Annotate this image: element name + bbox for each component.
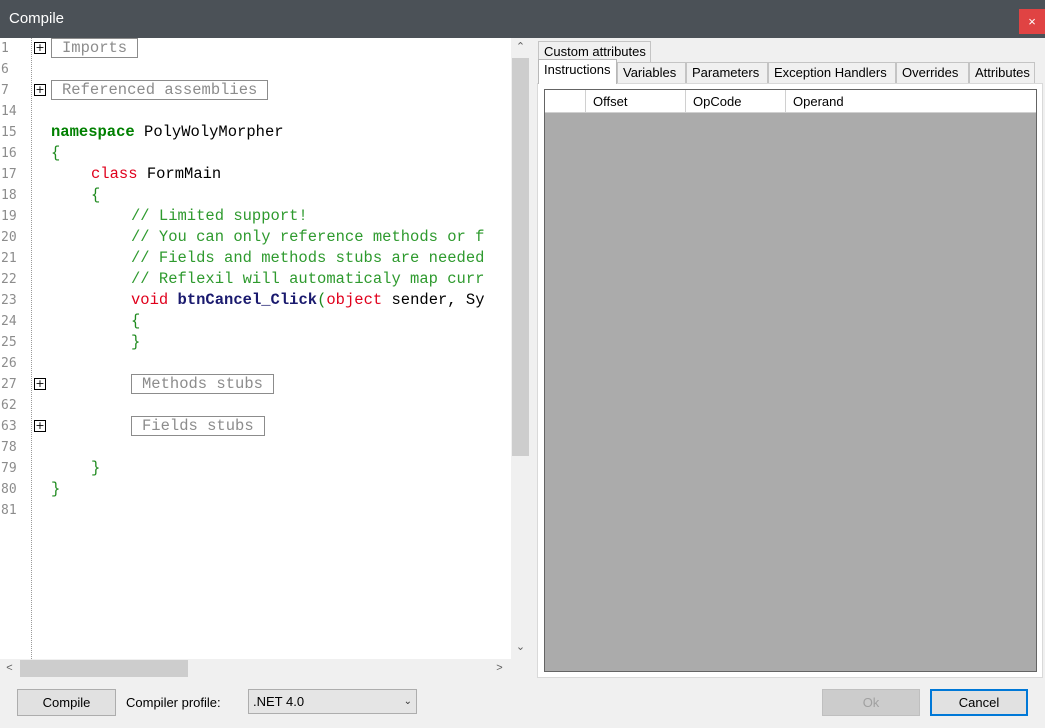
line-number: 78 <box>1 440 17 455</box>
code-line: 79} <box>0 458 511 479</box>
line-number: 14 <box>1 104 17 119</box>
code-line: 1 + Imports <box>0 38 511 59</box>
code-line: 25} <box>0 332 511 353</box>
line-number: 20 <box>1 230 17 245</box>
line-number: 24 <box>1 314 17 329</box>
instructions-grid[interactable]: Offset OpCode Operand <box>544 89 1037 672</box>
code-line: 26 <box>0 353 511 374</box>
line-number: 79 <box>1 461 17 476</box>
line-number: 18 <box>1 188 17 203</box>
line-number: 22 <box>1 272 17 287</box>
code-line: 7 + Referenced assemblies <box>0 80 511 101</box>
code-line: 21 // Fields and methods stubs are needed <box>0 248 511 269</box>
expand-region-icon[interactable]: + <box>34 420 46 432</box>
line-number: 62 <box>1 398 17 413</box>
code-line: 6 <box>0 59 511 80</box>
code-line: 18 { <box>0 185 511 206</box>
code-text: } <box>131 333 141 351</box>
grid-header-opcode[interactable]: OpCode <box>686 90 786 113</box>
close-button[interactable]: × <box>1019 9 1045 34</box>
line-number: 17 <box>1 167 17 182</box>
line-number: 16 <box>1 146 17 161</box>
collapsed-region[interactable]: Methods stubs <box>131 374 274 394</box>
cancel-button[interactable]: Cancel <box>930 689 1028 716</box>
code-line: 80} <box>0 479 511 500</box>
line-number: 21 <box>1 251 17 266</box>
code-text: { <box>51 144 61 162</box>
code-text: } <box>51 480 61 498</box>
line-number: 19 <box>1 209 17 224</box>
vertical-scroll-thumb[interactable] <box>512 58 529 456</box>
horizontal-scroll-thumb[interactable] <box>20 660 188 677</box>
grid-header-offset[interactable]: Offset <box>586 90 686 113</box>
code-line: 27 + Methods stubs <box>0 374 511 395</box>
chevron-down-icon: ⌄ <box>403 696 412 707</box>
compiler-profile-label: Compiler profile: <box>126 695 221 710</box>
code-text: { <box>131 312 141 330</box>
scroll-left-icon[interactable]: < <box>0 659 19 678</box>
code-text: // Fields and methods stubs are needed <box>131 249 485 267</box>
compiler-profile-value: .NET 4.0 <box>253 694 305 709</box>
line-number: 15 <box>1 125 17 140</box>
line-number: 23 <box>1 293 17 308</box>
code-line: 62 <box>0 395 511 416</box>
compile-button[interactable]: Compile <box>17 689 116 716</box>
expand-region-icon[interactable]: + <box>34 84 46 96</box>
scroll-down-icon[interactable]: ⌄ <box>511 638 530 657</box>
expand-region-icon[interactable]: + <box>34 378 46 390</box>
code-line: 14 <box>0 101 511 122</box>
code-text: { <box>91 186 101 204</box>
code-line: 19 // Limited support! <box>0 206 511 227</box>
code-text: // You can only reference methods or f <box>131 228 485 246</box>
expand-region-icon[interactable]: + <box>34 42 46 54</box>
code-text: // Limited support! <box>131 207 308 225</box>
collapsed-region[interactable]: Imports <box>51 38 139 58</box>
tab-attributes[interactable]: Attributes <box>969 62 1035 83</box>
grid-header-row-selector[interactable] <box>545 90 586 113</box>
ok-button[interactable]: Ok <box>822 689 920 716</box>
code-line: 20 // You can only reference methods or f <box>0 227 511 248</box>
line-number: 7 <box>1 83 9 98</box>
collapsed-region[interactable]: Referenced assemblies <box>51 80 269 100</box>
line-number: 25 <box>1 335 17 350</box>
grid-header: Offset OpCode Operand <box>545 90 1036 113</box>
editor-horizontal-scrollbar[interactable]: < > <box>0 659 511 678</box>
code-line: 16 { <box>0 143 511 164</box>
tab-exception-handlers[interactable]: Exception Handlers <box>768 62 896 83</box>
line-number: 6 <box>1 62 9 77</box>
tab-variables[interactable]: Variables <box>617 62 686 83</box>
line-number: 27 <box>1 377 17 392</box>
code-text: // Reflexil will automaticaly map curr <box>131 270 485 288</box>
collapsed-region[interactable]: Fields stubs <box>131 416 265 436</box>
compiler-profile-select[interactable]: .NET 4.0 ⌄ <box>248 689 417 714</box>
line-number: 63 <box>1 419 17 434</box>
scroll-right-icon[interactable]: > <box>490 659 509 678</box>
code-text: void btnCancel_Click(object sender, Sy <box>131 291 485 309</box>
code-line: 22 // Reflexil will automaticaly map curr <box>0 269 511 290</box>
editor-vertical-scrollbar[interactable]: ⌃ ⌄ <box>511 38 530 659</box>
line-number: 80 <box>1 482 17 497</box>
code-line: 15 namespace PolyWolyMorpher <box>0 122 511 143</box>
scroll-up-icon[interactable]: ⌃ <box>511 38 530 57</box>
code-line: 78 <box>0 437 511 458</box>
code-line: 63 + Fields stubs <box>0 416 511 437</box>
code-line: 24 { <box>0 311 511 332</box>
code-line: 81 <box>0 500 511 521</box>
code-text: } <box>91 459 101 477</box>
title-bar: Compile × <box>0 0 1045 38</box>
grid-header-operand[interactable]: Operand <box>786 90 1036 113</box>
code-text: class FormMain <box>91 165 222 183</box>
code-line: 17 class FormMain <box>0 164 511 185</box>
tab-instructions[interactable]: Instructions <box>538 59 617 84</box>
window-title: Compile <box>9 10 65 27</box>
tab-overrides[interactable]: Overrides <box>896 62 969 83</box>
code-editor[interactable]: 1 + Imports 6 7 + Referenced assemblies 14 15 nam… <box>0 38 511 659</box>
line-number: 1 <box>1 41 9 56</box>
line-number: 26 <box>1 356 17 371</box>
code-line: 23 void btnCancel_Click(object sender, Sy <box>0 290 511 311</box>
tab-parameters[interactable]: Parameters <box>686 62 768 83</box>
line-number: 81 <box>1 503 17 518</box>
code-text: namespace PolyWolyMorpher <box>51 123 284 141</box>
